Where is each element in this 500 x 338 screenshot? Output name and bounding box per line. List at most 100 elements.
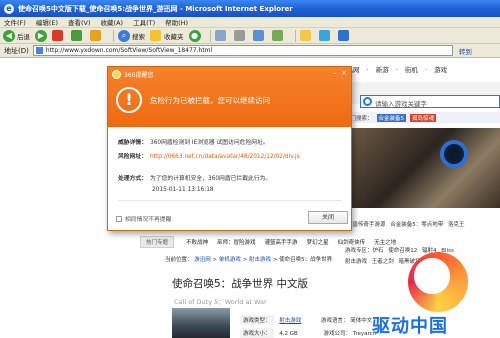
folder-button[interactable]	[299, 30, 314, 41]
discuss-icon	[271, 30, 283, 41]
dialog-header: 360提醒您 – × ! 危险行为已被拦截，您可以继续访问	[108, 67, 351, 127]
news-ticker-text: 魔兽传奇手游源 合金装备5：零点地带 洛克王	[347, 221, 465, 228]
breadcrumb-prefix: 当前位置：	[165, 257, 193, 263]
action-line: 处理方式： 为了您的计算机安全，360网盾已拦截此行为。	[118, 173, 271, 182]
address-url: http://www.yxdown.com/SoftView/SoftView_…	[45, 47, 213, 54]
print-button[interactable]	[233, 30, 248, 41]
menu-bar: 文件(F) 编辑(E) 查看(V) 收藏(A) 工具(T) 帮助(H)	[0, 17, 500, 28]
breadcrumb-item[interactable]: 游迅网	[194, 257, 211, 263]
watermark-text: 驱动中国	[372, 316, 448, 337]
breadcrumb-current: 使命召唤5：战争世界	[279, 257, 333, 263]
security-alert-dialog: 360提醒您 – × ! 危险行为已被拦截，您可以继续访问 威胁详情： 360网盾…	[107, 66, 352, 231]
toolbar-separator	[209, 29, 211, 42]
stop-button[interactable]	[52, 30, 66, 41]
favorites-star-icon	[150, 30, 161, 41]
toolbar-separator	[113, 29, 114, 42]
home-button[interactable]	[90, 30, 104, 41]
hot-tag[interactable]: 合金装备5	[376, 113, 407, 122]
discuss-button[interactable]	[271, 30, 286, 41]
game-title: 使命召唤5：战争世界 中文版	[172, 278, 309, 290]
dialog-headline: 危险行为已被拦截，您可以继续访问	[150, 96, 270, 105]
research-button[interactable]	[337, 30, 352, 41]
edit-button[interactable]	[252, 30, 267, 41]
dont-remind-checkbox[interactable]: 相同情况不再提醒	[116, 214, 171, 223]
timestamp: 2015-01-11 13:16:18	[152, 187, 214, 193]
menu-tools[interactable]: 工具(T)	[133, 17, 155, 27]
hot-search-row: 热门搜索： 合金装备5 孤岛惊魂	[345, 112, 500, 123]
back-label: 后退	[17, 32, 30, 41]
back-arrow-icon: ◀	[3, 29, 15, 42]
site-search-placeholder: 请输入游戏关键字	[375, 100, 427, 108]
dialog-window-buttons: – ×	[333, 69, 347, 77]
window-title: 使命召唤5中文版下载_使命召唤5:战争世界_游迅网 - Microsoft In…	[18, 4, 293, 13]
info-value: 4.2 GB	[279, 331, 298, 337]
research-icon	[337, 30, 349, 41]
timestamp-value: 2015-01-11 13:16:18	[152, 187, 214, 193]
dialog-close-button[interactable]: 关闭	[308, 211, 348, 224]
forward-arrow-icon: ▶	[35, 29, 47, 42]
menu-file[interactable]: 文件(F)	[4, 17, 26, 27]
close-icon[interactable]: ×	[341, 69, 347, 77]
category-link[interactable]: 无主之地	[374, 238, 396, 246]
page-left-margin	[0, 58, 105, 338]
search-label: 搜索	[132, 32, 145, 41]
category-link[interactable]: 灌篮高手手游	[265, 238, 298, 246]
messenger-button[interactable]	[318, 30, 333, 41]
category-link[interactable]: 梦幻之星	[307, 238, 329, 246]
go-button[interactable]: 转到	[459, 46, 472, 56]
menu-favorites[interactable]: 收藏(A)	[101, 17, 124, 27]
info-label: 游戏大小：	[240, 328, 274, 338]
menu-help[interactable]: 帮助(H)	[165, 17, 188, 27]
info-row: 游戏类型： 射击游戏 游戏语言： 简体中文	[240, 315, 372, 325]
checkbox-box[interactable]	[116, 215, 122, 222]
search-icon	[363, 97, 372, 106]
edit-icon	[252, 30, 264, 41]
category-tabs: 热门专题 不败战神 巫师：冒险游戏 灌篮高手手游 梦幻之星 仙剑奇侠传 无主之地	[140, 236, 500, 248]
game-cover-image[interactable]	[172, 308, 230, 338]
breadcrumb-item[interactable]: 单机游戏	[219, 257, 241, 263]
favorites-label: 收藏夹	[164, 32, 184, 41]
media-icon: ●	[188, 29, 201, 42]
browser-toolbar: ◀ 后退 ▶ ⌕ 搜索 收藏夹 ●	[0, 28, 500, 44]
search-button[interactable]: ⌕ 搜索	[118, 29, 145, 42]
risk-url-value[interactable]: http://0663.net.cn/data/avatar/48/2012/1…	[150, 154, 300, 160]
page-icon	[35, 47, 43, 54]
window-titlebar: e 使命召唤5中文版下载_使命召唤5:战争世界_游迅网 - Microsoft …	[0, 0, 500, 17]
hot-topic-tab[interactable]: 热门专题	[140, 236, 175, 248]
refresh-button[interactable]	[71, 30, 85, 41]
address-input[interactable]: http://www.yxdown.com/SoftView/SoftView_…	[32, 45, 453, 56]
minimize-icon[interactable]: –	[333, 69, 337, 77]
hot-tag[interactable]: 孤岛惊魂	[410, 113, 437, 122]
info-label: 游戏类型：	[240, 315, 274, 325]
site-top-nav[interactable]: 游迅网 · 新游 · 街机 · 游戏	[340, 64, 447, 74]
ie-icon: e	[4, 3, 14, 14]
messenger-icon	[318, 30, 330, 41]
checkbox-label: 相同情况不再提醒	[125, 217, 172, 223]
search-icon: ⌕	[118, 29, 130, 42]
favorites-button[interactable]: 收藏夹	[150, 30, 184, 41]
menu-edit[interactable]: 编辑(E)	[36, 17, 58, 27]
dialog-title: 360提醒您	[124, 72, 154, 79]
stop-icon	[52, 30, 63, 41]
info-extra: 游戏语言： 简体中文	[321, 318, 373, 324]
warning-icon: !	[116, 87, 142, 113]
promo-banner[interactable]	[350, 128, 500, 208]
forward-button[interactable]: ▶	[35, 29, 47, 42]
category-link[interactable]: 不败战神	[186, 238, 208, 246]
site-search-box[interactable]: 请输入游戏关键字	[360, 95, 500, 108]
action-value: 为了您的计算机安全，360网盾已拦截此行为。	[150, 176, 272, 182]
back-button[interactable]: ◀ 后退	[3, 29, 30, 42]
info-extra: 游戏公司： Treyarch	[323, 331, 377, 337]
action-key: 处理方式：	[118, 176, 147, 182]
address-bar: 地址(D) http://www.yxdown.com/SoftView/Sof…	[0, 44, 500, 58]
category-link[interactable]: 仙剑奇侠传	[338, 238, 366, 246]
media-button[interactable]: ●	[188, 29, 201, 42]
game-subtitle: Call of Duty 5：World at War	[174, 298, 267, 306]
threat-detail-key: 威胁详情：	[118, 140, 147, 146]
threat-detail-line: 威胁详情： 360网盾检测到 IE浏览器 试图访问危险网址。	[118, 137, 269, 146]
mail-button[interactable]	[214, 30, 229, 41]
info-value[interactable]: 射击游戏	[279, 318, 301, 324]
category-link[interactable]: 巫师：冒险游戏	[217, 238, 256, 246]
breadcrumb-item[interactable]: 射击游戏	[249, 257, 271, 263]
menu-view[interactable]: 查看(V)	[68, 17, 91, 27]
